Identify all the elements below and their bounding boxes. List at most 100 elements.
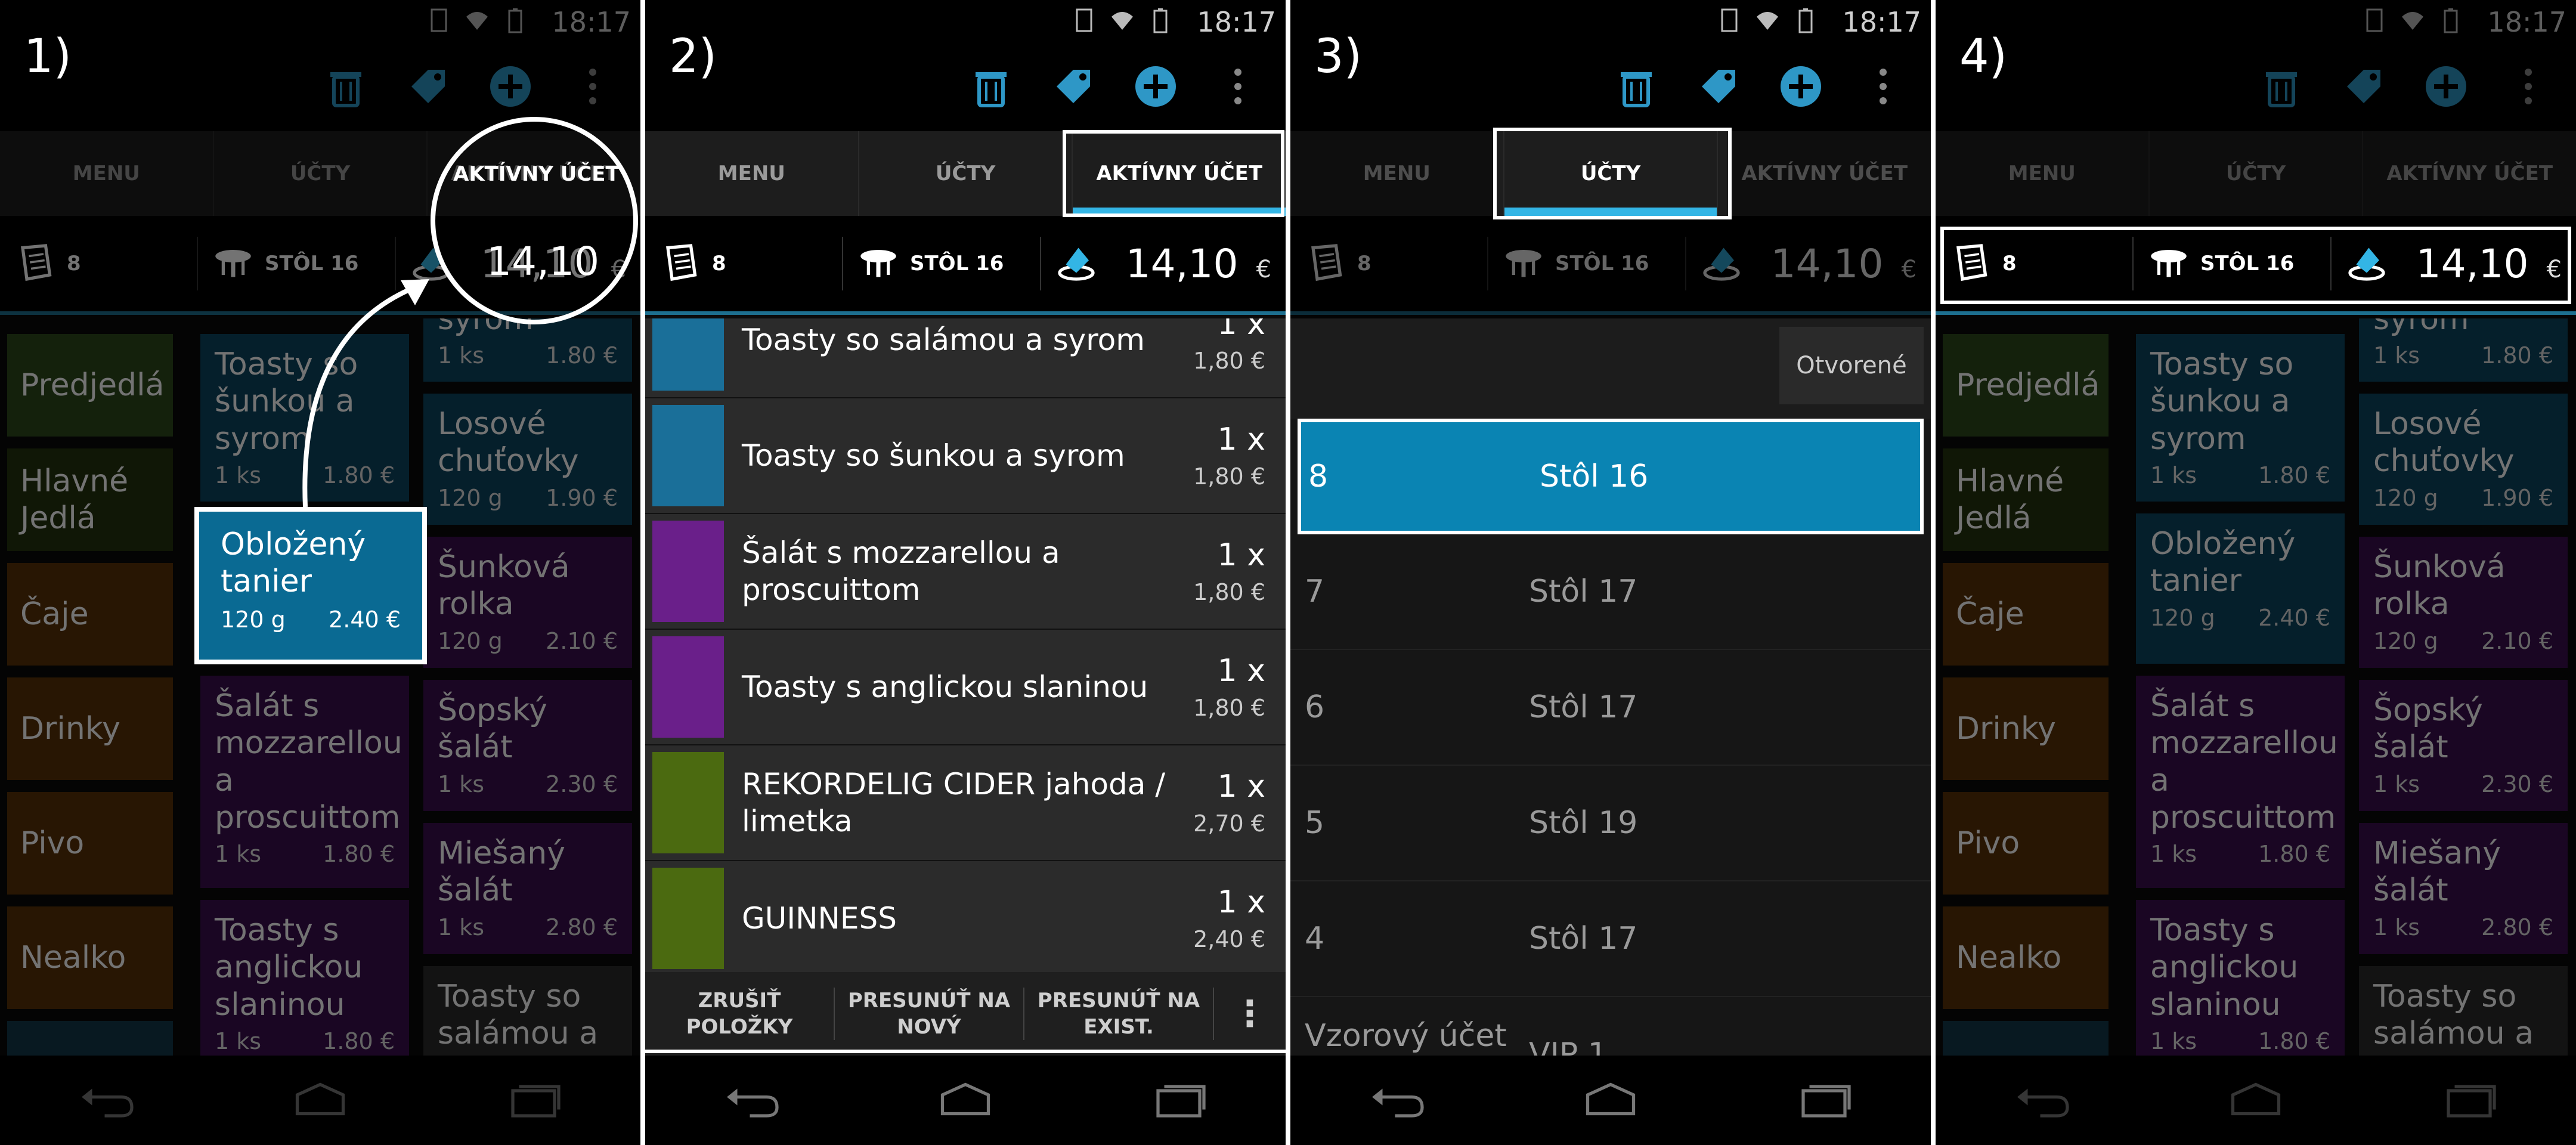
category-item[interactable]: Pivo [1943,792,2109,895]
add-button[interactable] [1777,63,1825,113]
category-item[interactable]: Predjedlá [1943,334,2109,437]
status-bar: 18:17 [0,0,640,42]
product-tile[interactable]: Šopský šalát 1 ks 2.30 € [423,679,632,811]
product-tile[interactable]: syrom 1 ks 1.80 € [2359,318,2568,382]
add-button[interactable] [2422,63,2470,113]
delete-button[interactable] [2258,63,2305,113]
overflow-button[interactable] [1859,63,1907,113]
product-column: syrom 1 ks 1.80 € Losové chuťovky 120 g 1.90 … [423,318,632,1056]
product-price: 1.80 € [2258,1028,2330,1054]
overflow-button[interactable] [1214,63,1262,113]
product-tile[interactable]: Toasty so šunkou a syrom 1 ks 1.80 € [200,334,409,502]
product-tile[interactable]: Toasty so salámou a [423,965,632,1056]
home-button[interactable] [2223,1078,2289,1122]
category-item[interactable]: Drinky [1943,677,2109,780]
category-item[interactable]: Predjedlá [7,334,173,437]
category-item[interactable]: Pivo [7,792,173,895]
product-tile[interactable]: Šalát s mozzarellou a proscuittom 1 ks 1.8… [2136,675,2345,888]
tab-menu[interactable]: MENU [1936,131,2150,216]
overflow-button[interactable] [569,63,617,113]
sim-icon [2363,7,2386,36]
tab-accounts[interactable]: ÚČTY [2150,131,2364,216]
category-item[interactable]: Drinky [7,677,173,780]
more-icon [2504,69,2552,113]
tab-active-account[interactable]: AKTÍVNY ÚČET [2363,131,2576,216]
product-tile[interactable]: Miešaný šalát 1 ks 2.80 € [423,822,632,954]
recents-button[interactable] [1146,1078,1212,1122]
product-tile[interactable]: Šunková rolka 120 g 2.10 € [423,536,632,668]
screen-2: 18:17 2) MENU ÚČTY AKTÍVNY ÚČET 8 STÔL 16 14,10… [645,0,1286,1145]
category-item[interactable]: Nealko [1943,906,2109,1009]
account-row[interactable]: 8 Stôl 16 [1298,419,1924,534]
product-price: 1.90 € [2481,484,2553,511]
home-button[interactable] [1578,1078,1643,1122]
category-item[interactable]: Hlavné Jedlá [1943,448,2109,551]
product-tile[interactable]: Toasty s anglickou slaninou 1 ks 1.80 € [2136,899,2345,1056]
back-button[interactable] [1364,1078,1430,1122]
product-qty: 1 ks [438,770,485,797]
home-button[interactable] [287,1078,353,1122]
product-tile[interactable]: syrom 1 ks 1.80 € [423,318,632,382]
dim-overlay [1732,131,1931,216]
highlighted-product[interactable]: Obložený tanier 120 g 2.40 € [194,507,427,664]
product-name: Šunková rolka [2373,549,2506,623]
category-item[interactable]: Pochutin [1943,1021,2109,1056]
recents-button[interactable] [1791,1078,1857,1122]
category-label: Pochutin [1956,1054,2089,1056]
product-tile[interactable]: Losové chuťovky 120 g 1.90 € [423,393,632,525]
account-row[interactable]: 6 Stôl 17 [1290,650,1931,766]
action-icons [322,63,617,113]
product-tile[interactable]: Toasty s anglickou slaninou 1 ks 1.80 € [200,899,409,1056]
back-button[interactable] [74,1078,140,1122]
home-button[interactable] [933,1078,998,1122]
tab-menu[interactable]: MENU [645,131,859,216]
category-item[interactable]: Pochutin [7,1021,173,1056]
product-tile[interactable]: Losové chuťovky 120 g 1.90 € [2359,393,2568,525]
discount-button[interactable] [1695,63,1742,113]
overflow-button[interactable] [2504,63,2552,113]
info-order[interactable]: 8 [0,216,197,311]
add-button[interactable] [487,63,534,113]
delete-button[interactable] [1612,63,1660,113]
tab-accounts[interactable]: ÚČTY [859,131,1073,216]
product-column: Toasty so šunkou a syrom 1 ks 1.80 € Oblože… [200,334,409,1056]
account-row[interactable]: 5 Stôl 19 [1290,766,1931,881]
add-button[interactable] [1132,63,1179,113]
tab-menu[interactable]: MENU [0,131,214,216]
category-item[interactable]: Čaje [7,563,173,666]
product-price: 1.80 € [2258,462,2330,489]
product-tile[interactable]: Obložený tanier 120 g 2.40 € [2136,513,2345,664]
back-icon [1364,1088,1430,1122]
category-item[interactable]: Hlavné Jedlá [7,448,173,551]
back-button[interactable] [2010,1078,2075,1122]
menu-content: Predjedlá Hlavné Jedlá Čaje Drinky Pivo Nealk… [0,318,640,1056]
product-meta: 120 g 2.10 € [438,628,618,655]
product-tile[interactable]: Toasty so salámou a [2359,965,2568,1056]
delete-button[interactable] [967,63,1015,113]
info-table[interactable]: STÔL 16 [198,216,395,311]
product-meta: 120 g 2.40 € [221,606,401,634]
back-button[interactable] [719,1078,785,1122]
account-row[interactable]: Vzorový účet (2) VIP 1 [1290,997,1931,1056]
tab-accounts[interactable]: ÚČTY [214,131,428,216]
delete-button[interactable] [322,63,370,113]
category-item[interactable]: Nealko [7,906,173,1009]
account-row[interactable]: 4 Stôl 17 [1290,881,1931,997]
product-tile[interactable]: Toasty so šunkou a syrom 1 ks 1.80 € [2136,334,2345,502]
status-filter[interactable]: Otvorené [1779,327,1924,404]
product-tile[interactable]: Miešaný šalát 1 ks 2.80 € [2359,822,2568,954]
discount-button[interactable] [404,63,452,113]
discount-button[interactable] [2340,63,2388,113]
account-row[interactable]: 7 Stôl 17 [1290,534,1931,650]
status-icons [427,7,527,36]
product-tile[interactable]: Šalát s mozzarellou a proscuittom 1 ks 1.8… [200,675,409,888]
category-item[interactable]: Čaje [1943,563,2109,666]
product-name: Toasty so salámou a [438,978,599,1052]
product-tile[interactable]: Šopský šalát 1 ks 2.30 € [2359,679,2568,811]
product-name: Toasty s anglickou slaninou [2150,912,2299,1023]
product-price: 1.90 € [546,484,618,511]
recents-button[interactable] [501,1078,566,1122]
discount-button[interactable] [1049,63,1097,113]
recents-button[interactable] [2436,1078,2502,1122]
product-tile[interactable]: Šunková rolka 120 g 2.10 € [2359,536,2568,668]
